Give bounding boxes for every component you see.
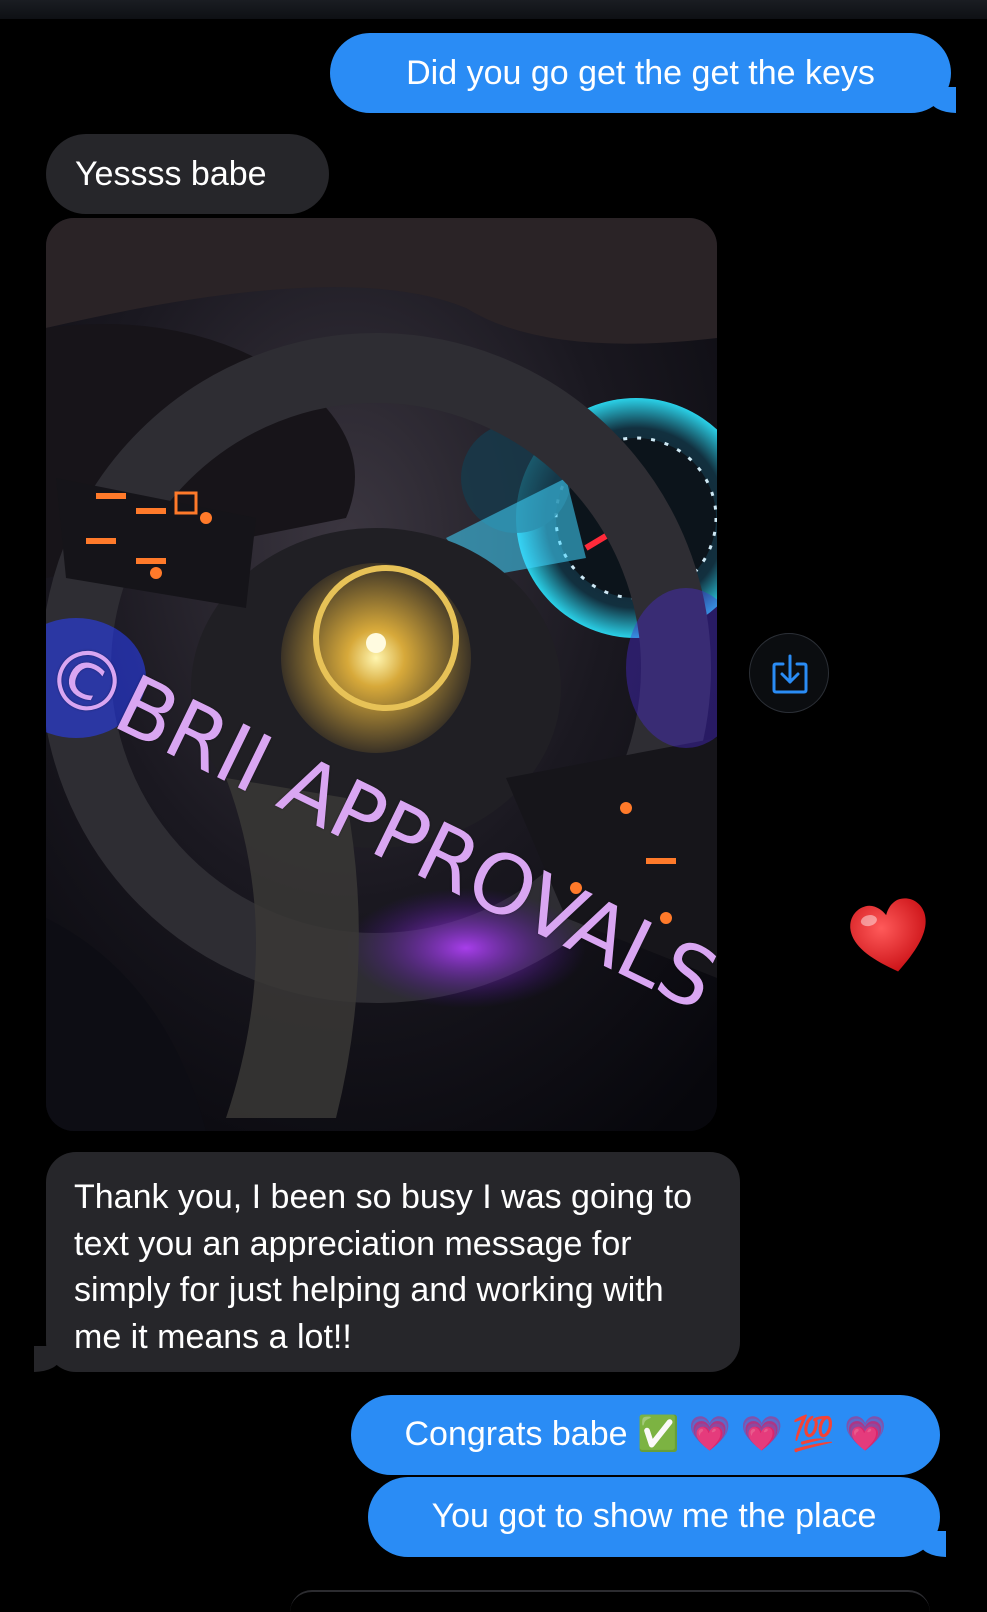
- message-input-edge[interactable]: [290, 1590, 930, 1612]
- sent-message-bubble[interactable]: Congrats babe ✅ 💗 💗 💯 💗: [351, 1395, 940, 1475]
- sent-message-bubble[interactable]: Did you go get the get the keys: [330, 33, 951, 113]
- save-to-photos-button[interactable]: [749, 633, 829, 713]
- bubble-tail: [920, 1531, 946, 1557]
- message-text: Thank you, I been so busy I was going to…: [74, 1178, 693, 1356]
- pink-heart-emoji-icon: 💗: [740, 1414, 783, 1454]
- message-text: Yessss babe: [75, 155, 267, 193]
- message-text: You got to show me the place: [431, 1497, 877, 1535]
- sent-message-bubble[interactable]: You got to show me the place: [368, 1477, 940, 1557]
- status-bar-strip: [0, 0, 987, 19]
- bubble-tail: [930, 87, 956, 113]
- check-mark-emoji-icon: ✅: [636, 1414, 680, 1454]
- received-message-bubble[interactable]: Yessss babe: [46, 134, 329, 214]
- pink-heart-emoji-icon: 💗: [844, 1414, 887, 1454]
- message-text: Did you go get the get the keys: [406, 54, 875, 92]
- hundred-points-emoji-icon: 💯: [792, 1414, 835, 1454]
- bubble-tail: [34, 1346, 60, 1372]
- received-message-bubble[interactable]: Thank you, I been so busy I was going to…: [46, 1152, 740, 1372]
- message-text: Congrats babe: [404, 1415, 628, 1453]
- save-to-photos-icon: [772, 654, 808, 694]
- heart-emoji-icon: [850, 898, 926, 972]
- pink-heart-emoji-icon: 💗: [688, 1414, 732, 1454]
